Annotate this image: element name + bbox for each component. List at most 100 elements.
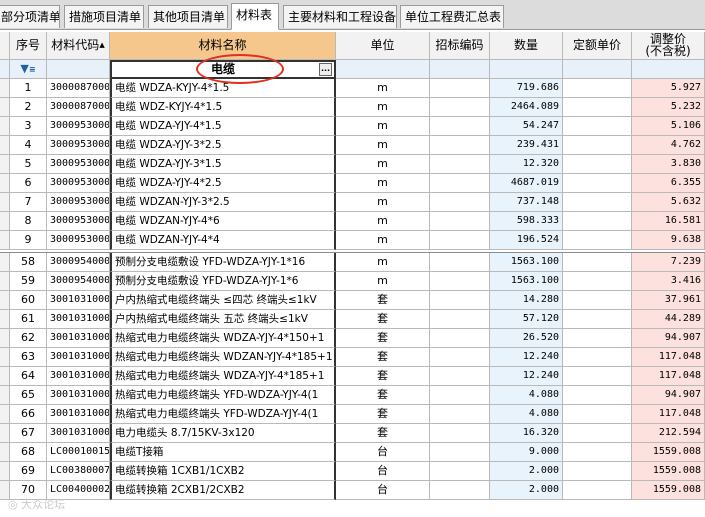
tab-part-items[interactable]: 部分项清单 xyxy=(0,5,60,28)
cell-name[interactable]: 热缩式电力电缆终端头 WDZA-YJY-4*185+1 xyxy=(110,367,336,386)
row-selector[interactable] xyxy=(0,212,10,231)
row-selector[interactable] xyxy=(0,117,10,136)
col-header-quota-price[interactable]: 定额单价 xyxy=(563,32,632,60)
cell-adj-price[interactable]: 1559.008 xyxy=(632,481,705,500)
cell-unit[interactable]: 台 xyxy=(336,462,430,481)
table-row[interactable]: 8 3000953000 电缆 WDZAN-YJY-4*6 m 598.333 16.58… xyxy=(0,212,705,231)
cell-adj-price[interactable]: 1559.008 xyxy=(632,443,705,462)
cell-unit[interactable]: m xyxy=(336,272,430,291)
cell-quota-price[interactable] xyxy=(563,367,632,386)
row-selector[interactable] xyxy=(0,424,10,443)
cell-seq[interactable]: 4 xyxy=(10,136,47,155)
table-row[interactable]: 67 3001031000 电力电缆头 8.7/15KV-3x120 套 16.320 2… xyxy=(0,424,705,443)
row-selector[interactable] xyxy=(0,193,10,212)
filter-unit[interactable] xyxy=(336,60,430,79)
cell-quota-price[interactable] xyxy=(563,272,632,291)
cell-quota-price[interactable] xyxy=(563,136,632,155)
cell-bid-code[interactable] xyxy=(430,386,490,405)
cell-code[interactable]: 3001031000 xyxy=(47,405,110,424)
cell-bid-code[interactable] xyxy=(430,136,490,155)
cell-seq[interactable]: 60 xyxy=(10,291,47,310)
cell-name[interactable]: 电力电缆头 8.7/15KV-3x120 xyxy=(110,424,336,443)
table-row[interactable]: 5 3000953000 电缆 WDZA-YJY-3*1.5 m 12.320 3.830 xyxy=(0,155,705,174)
row-selector[interactable] xyxy=(0,462,10,481)
row-selector[interactable] xyxy=(0,386,10,405)
cell-unit[interactable]: m xyxy=(336,79,430,98)
table-row[interactable]: 63 3001031000 热缩式电力电缆终端头 WDZAN-YJY-4*185+1… xyxy=(0,348,705,367)
cell-unit[interactable]: 台 xyxy=(336,481,430,500)
cell-name[interactable]: 热缩式电力电缆终端头 YFD-WDZA-YJY-4(1 xyxy=(110,386,336,405)
cell-unit[interactable]: 套 xyxy=(336,329,430,348)
row-selector[interactable] xyxy=(0,272,10,291)
cell-qty[interactable]: 4.080 xyxy=(490,386,563,405)
cell-code[interactable]: 3000953000 xyxy=(47,193,110,212)
table-row[interactable]: 61 3001031000 户内热缩式电缆终端头 五芯 终端头≤1kV 套 57.120… xyxy=(0,310,705,329)
cell-adj-price[interactable]: 16.581 xyxy=(632,212,705,231)
cell-unit[interactable]: 套 xyxy=(336,367,430,386)
cell-qty[interactable]: 12.240 xyxy=(490,348,563,367)
cell-qty[interactable]: 12.320 xyxy=(490,155,563,174)
cell-name[interactable]: 电缆 WDZA-YJY-4*2.5 xyxy=(110,174,336,193)
table-row[interactable]: 6 3000953000 电缆 WDZA-YJY-4*2.5 m 4687.019 6.3… xyxy=(0,174,705,193)
cell-bid-code[interactable] xyxy=(430,193,490,212)
cell-quota-price[interactable] xyxy=(563,231,632,250)
cell-code[interactable]: 3000087000 xyxy=(47,98,110,117)
cell-code[interactable]: 3001031000 xyxy=(47,367,110,386)
cell-bid-code[interactable] xyxy=(430,329,490,348)
cell-name[interactable]: 预制分支电缆敷设 YFD-WDZA-YJY-1*16 xyxy=(110,253,336,272)
cell-quota-price[interactable] xyxy=(563,79,632,98)
cell-adj-price[interactable]: 9.638 xyxy=(632,231,705,250)
cell-bid-code[interactable] xyxy=(430,291,490,310)
cell-qty[interactable]: 2.000 xyxy=(490,462,563,481)
cell-adj-price[interactable]: 37.961 xyxy=(632,291,705,310)
cell-bid-code[interactable] xyxy=(430,272,490,291)
cell-qty[interactable]: 1563.100 xyxy=(490,253,563,272)
cell-quota-price[interactable] xyxy=(563,405,632,424)
cell-qty[interactable]: 4.080 xyxy=(490,405,563,424)
cell-name[interactable]: 电缆 WDZA-YJY-3*2.5 xyxy=(110,136,336,155)
tab-main-materials-equipment[interactable]: 主要材料和工程设备 xyxy=(283,5,397,28)
cell-bid-code[interactable] xyxy=(430,117,490,136)
row-selector[interactable] xyxy=(0,348,10,367)
filter-adj-price[interactable] xyxy=(632,60,705,79)
cell-seq[interactable]: 67 xyxy=(10,424,47,443)
table-row[interactable]: 66 3001031000 热缩式电力电缆终端头 YFD-WDZA-YJY-4(1 套… xyxy=(0,405,705,424)
cell-quota-price[interactable] xyxy=(563,212,632,231)
col-header-qty[interactable]: 数量 xyxy=(490,32,563,60)
cell-code[interactable]: 3000953000 xyxy=(47,155,110,174)
table-row[interactable]: 65 3001031000 热缩式电力电缆终端头 YFD-WDZA-YJY-4(1 套… xyxy=(0,386,705,405)
table-row[interactable]: 60 3001031000 户内热缩式电缆终端头 ≤四芯 终端头≤1kV 套 14.28… xyxy=(0,291,705,310)
cell-quota-price[interactable] xyxy=(563,443,632,462)
cell-bid-code[interactable] xyxy=(430,310,490,329)
cell-adj-price[interactable]: 117.048 xyxy=(632,348,705,367)
cell-bid-code[interactable] xyxy=(430,405,490,424)
cell-qty[interactable]: 719.686 xyxy=(490,79,563,98)
cell-adj-price[interactable]: 7.239 xyxy=(632,253,705,272)
cell-qty[interactable]: 2464.089 xyxy=(490,98,563,117)
cell-adj-price[interactable]: 44.289 xyxy=(632,310,705,329)
cell-code[interactable]: LC00380007 xyxy=(47,462,110,481)
cell-bid-code[interactable] xyxy=(430,212,490,231)
cell-seq[interactable]: 7 xyxy=(10,193,47,212)
cell-code[interactable]: 3000087000 xyxy=(47,79,110,98)
row-selector[interactable] xyxy=(0,155,10,174)
row-selector[interactable] xyxy=(0,231,10,250)
cell-code[interactable]: 3001031000 xyxy=(47,310,110,329)
cell-qty[interactable]: 4687.019 xyxy=(490,174,563,193)
tab-other-items[interactable]: 其他项目清单 xyxy=(148,5,228,28)
row-selector[interactable] xyxy=(0,136,10,155)
ellipsis-button[interactable]: ... xyxy=(319,63,332,76)
cell-bid-code[interactable] xyxy=(430,424,490,443)
cell-seq[interactable]: 9 xyxy=(10,231,47,250)
cell-bid-code[interactable] xyxy=(430,231,490,250)
filter-code[interactable] xyxy=(47,60,110,79)
cell-quota-price[interactable] xyxy=(563,424,632,443)
cell-code[interactable]: 3000953000 xyxy=(47,231,110,250)
table-row[interactable]: 3 3000953000 电缆 WDZA-YJY-4*1.5 m 54.247 5.106 xyxy=(0,117,705,136)
col-header-bid-code[interactable]: 招标编码 xyxy=(430,32,490,60)
cell-seq[interactable]: 63 xyxy=(10,348,47,367)
table-row[interactable]: 62 3001031000 热缩式电力电缆终端头 WDZA-YJY-4*150+1 套… xyxy=(0,329,705,348)
table-row[interactable]: 68 LC00010015 电缆T接箱台 9.000 1559.008 xyxy=(0,443,705,462)
cell-unit[interactable]: 套 xyxy=(336,386,430,405)
cell-unit[interactable]: m xyxy=(336,193,430,212)
